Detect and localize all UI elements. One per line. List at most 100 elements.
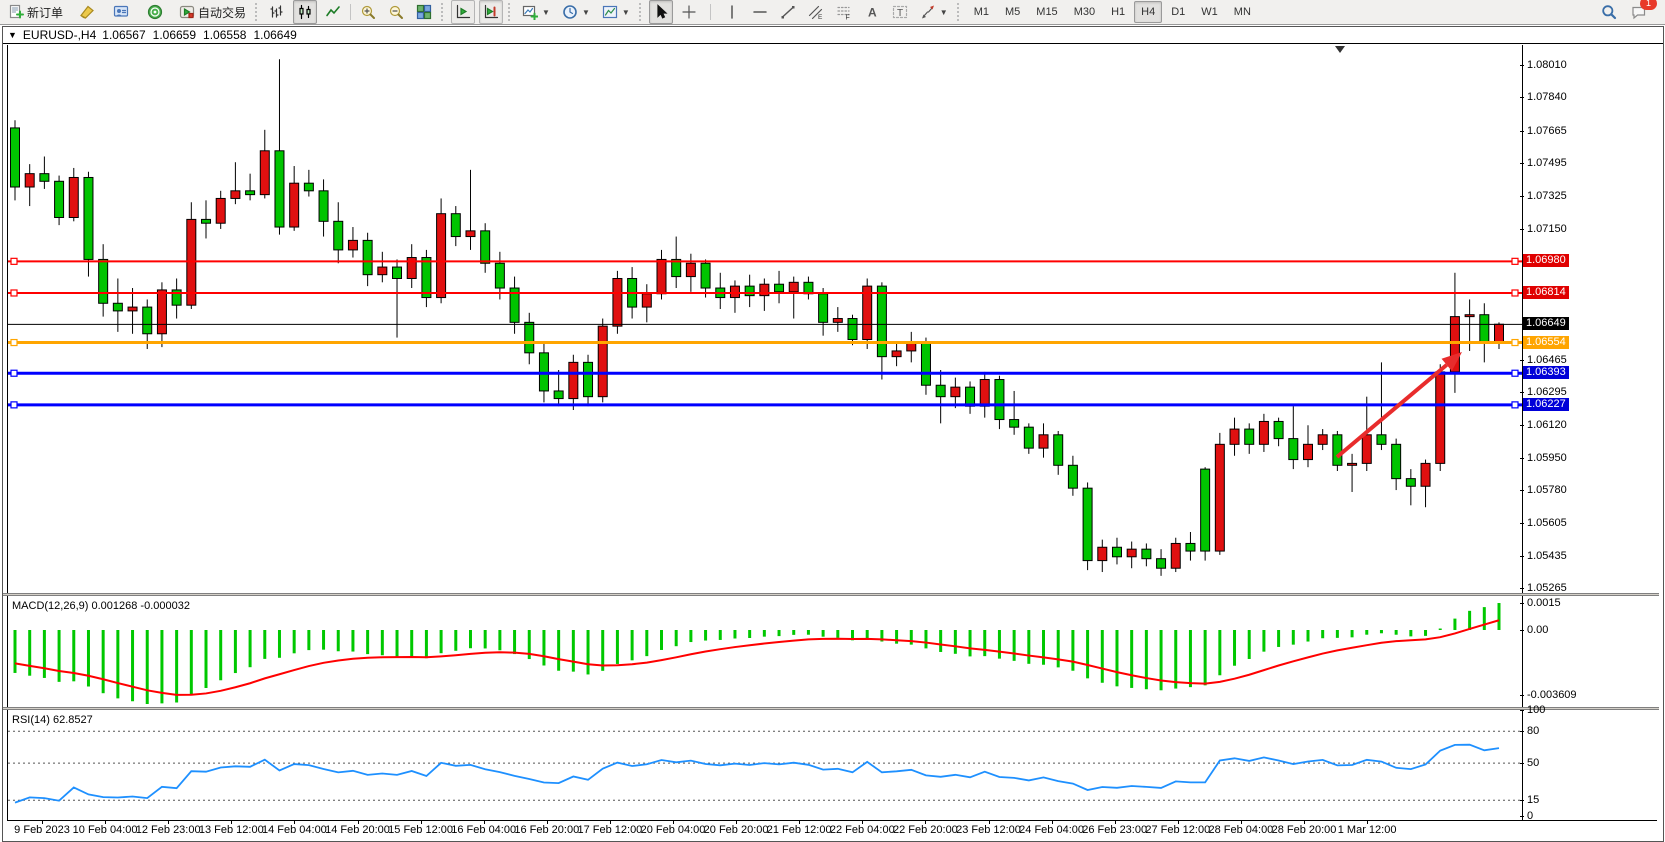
candle-body-up <box>863 286 872 339</box>
search-button[interactable] <box>1597 0 1621 24</box>
timeframe-mn-button[interactable]: MN <box>1227 1 1258 23</box>
dropdown-caret-icon[interactable]: ▼ <box>940 8 948 17</box>
fibonacci-button[interactable]: F <box>832 0 856 24</box>
period-button[interactable]: ▼ <box>558 0 594 24</box>
hline-1.06393[interactable] <box>8 370 1522 376</box>
price-axis-label: 1.07840 <box>1527 91 1567 103</box>
candle <box>921 338 930 395</box>
candle-body-down <box>848 319 857 340</box>
price-axis-tick <box>1520 65 1524 66</box>
timeframe-m15-button[interactable]: M15 <box>1029 1 1064 23</box>
candle-body-down <box>775 284 784 292</box>
line-handle[interactable] <box>1512 402 1518 408</box>
svg-text:E: E <box>818 14 823 20</box>
template-button[interactable]: ▼ <box>598 0 634 24</box>
macd-axis-label: 0.00 <box>1527 624 1548 636</box>
window-menu-icon[interactable]: ▼ <box>8 30 17 40</box>
autotrading-button[interactable]: 自动交易 <box>175 0 250 24</box>
metaeditor-button[interactable] <box>109 0 133 24</box>
hline-1.06980[interactable] <box>8 258 1522 264</box>
timeframe-m5-button[interactable]: M5 <box>998 1 1027 23</box>
candle-body-down <box>495 263 504 288</box>
time-axis-border <box>7 820 1657 821</box>
dropdown-caret-icon[interactable]: ▼ <box>542 8 550 17</box>
candle-body-down <box>1068 465 1077 488</box>
timeframe-w1-button[interactable]: W1 <box>1194 1 1225 23</box>
candle-body-up <box>25 174 34 187</box>
dropdown-caret-icon[interactable]: ▼ <box>582 8 590 17</box>
crosshair-button[interactable] <box>677 0 701 24</box>
line-handle[interactable] <box>11 402 17 408</box>
candle <box>1186 532 1195 561</box>
label-button[interactable]: T <box>888 0 912 24</box>
line-handle[interactable] <box>11 258 17 264</box>
line-handle[interactable] <box>11 290 17 296</box>
chat-button[interactable]: 1 <box>1627 0 1651 24</box>
dropdown-caret-icon[interactable]: ▼ <box>622 8 630 17</box>
chart-shift-button[interactable] <box>479 0 503 24</box>
timeframe-d1-button[interactable]: D1 <box>1164 1 1192 23</box>
candle <box>1259 414 1268 452</box>
candle-body-down <box>1333 435 1342 465</box>
macd-panel[interactable] <box>8 596 1522 706</box>
line-handle[interactable] <box>11 370 17 376</box>
candle-body-up <box>1039 435 1048 448</box>
candle-body-up <box>789 282 798 292</box>
price-tag-1.06980: 1.06980 <box>1523 254 1569 267</box>
price-tag-1.06814: 1.06814 <box>1523 286 1569 299</box>
rsi-panel[interactable] <box>8 710 1522 820</box>
candle-body-up <box>231 191 240 199</box>
arrow-shaft[interactable] <box>1337 365 1447 457</box>
channel-button[interactable]: E <box>804 0 828 24</box>
chart-type-group <box>265 0 345 24</box>
line-chart-button[interactable] <box>321 0 345 24</box>
bar-chart-button[interactable] <box>265 0 289 24</box>
price-chart-plot[interactable] <box>8 45 1522 593</box>
candle-body-down <box>113 303 122 311</box>
vertical-line-button[interactable] <box>720 0 744 24</box>
timeframe-m30-button[interactable]: M30 <box>1067 1 1102 23</box>
hline-1.06554[interactable] <box>8 340 1522 346</box>
price-axis-tick <box>1520 588 1524 589</box>
timeframe-h4-button[interactable]: H4 <box>1134 1 1162 23</box>
zoom-in-button[interactable] <box>356 0 380 24</box>
candle <box>466 170 475 250</box>
price-axis-label: 1.05265 <box>1527 582 1567 594</box>
candle-body-up <box>951 387 960 397</box>
time-axis-label: 21 Feb 12:00 <box>767 824 832 836</box>
candle-body-down <box>877 286 886 357</box>
price-axis-tick <box>1520 97 1524 98</box>
candle-body-down <box>363 240 372 274</box>
candle-body-down <box>99 259 108 303</box>
line-handle[interactable] <box>1512 290 1518 296</box>
hline-1.06227[interactable] <box>8 402 1522 408</box>
line-handle[interactable] <box>1512 340 1518 346</box>
candle <box>892 343 901 366</box>
line-handle[interactable] <box>1512 258 1518 264</box>
line-handle[interactable] <box>1512 370 1518 376</box>
candle-body-up <box>1318 435 1327 445</box>
candle-body-up <box>1436 372 1445 463</box>
auto-scroll-button[interactable] <box>451 0 475 24</box>
candle-body-up <box>378 267 387 275</box>
highlighter-button[interactable] <box>75 0 99 24</box>
timeframe-m1-button[interactable]: M1 <box>967 1 996 23</box>
candle-body-down <box>1201 469 1210 551</box>
zoom-out-button[interactable] <box>384 0 408 24</box>
cursor-button[interactable] <box>649 0 673 24</box>
horizontal-line-button[interactable] <box>748 0 772 24</box>
signal-button[interactable] <box>143 0 167 24</box>
new-order-button[interactable]: 新订单 <box>4 0 67 24</box>
timeframe-h1-button[interactable]: H1 <box>1104 1 1132 23</box>
new-chart-button[interactable]: ▼ <box>518 0 554 24</box>
chart-title-bar[interactable]: ▼ EURUSD-,H4 1.06567 1.06659 1.06558 1.0… <box>3 27 1663 44</box>
line-handle[interactable] <box>11 340 17 346</box>
candle-body-down <box>1274 421 1283 438</box>
arrows-button[interactable]: ▼ <box>916 0 952 24</box>
candle-body-up <box>1465 315 1474 317</box>
trendline-button[interactable] <box>776 0 800 24</box>
tile-windows-button[interactable] <box>412 0 436 24</box>
candlestick-button[interactable] <box>293 0 317 24</box>
text-button[interactable]: A <box>860 0 884 24</box>
candle-body-down <box>1480 315 1489 344</box>
